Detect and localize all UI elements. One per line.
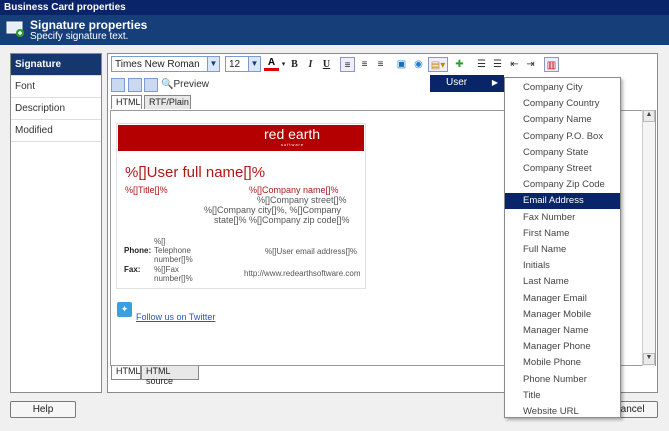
fax-value-1: %[]Fax — [154, 265, 179, 274]
tab-html[interactable]: HTML — [111, 95, 142, 109]
font-size-select[interactable]: 12 ▼ — [225, 56, 261, 72]
magnifier-icon: 🔍 — [161, 79, 174, 90]
numbered-list-icon[interactable]: ☰ — [474, 57, 489, 72]
phone-label: Phone: — [124, 246, 152, 255]
indent-icon[interactable]: ⇥ — [523, 57, 538, 72]
submenu-item[interactable]: Mobile Phone — [505, 355, 620, 371]
phone-value-2: Telephone — [154, 246, 191, 255]
align-right-icon[interactable]: ≡ — [373, 57, 388, 72]
company-street: %[]Company street[]% — [257, 195, 347, 205]
tab-html-source[interactable]: HTML source — [141, 366, 199, 386]
submenu-item[interactable]: Last Name — [505, 274, 620, 290]
sidebar: Signature Font Description Modified — [10, 53, 102, 393]
window-titlebar: Business Card properties — [0, 0, 669, 15]
company-state-line: state[]% %[]Company zip code[]% — [214, 215, 350, 225]
submenu-item[interactable]: Manager Phone — [505, 339, 620, 355]
italic-button[interactable]: I — [303, 57, 318, 72]
copy-icon[interactable] — [111, 78, 125, 92]
phone-value-3: number[]% — [154, 255, 193, 264]
underline-button[interactable]: U — [319, 57, 334, 72]
insert-field-menu-item-user[interactable]: User ▶ — [430, 75, 504, 92]
sidebar-item-signature[interactable]: Signature — [11, 54, 101, 76]
user-field-submenu: Company City Company Country Company Name C… — [504, 77, 621, 418]
company-city-line: %[]Company city[]%, %[]Company — [204, 205, 342, 215]
header-title: Signature properties — [30, 18, 148, 32]
help-button[interactable]: Help — [10, 401, 76, 418]
clear-format-icon[interactable]: ▥ — [544, 57, 559, 72]
sidebar-item-description[interactable]: Description — [11, 98, 101, 120]
user-full-name: %[]User full name[]% — [125, 164, 266, 181]
chevron-down-icon: ▼ — [248, 57, 260, 71]
submenu-item[interactable]: Company Name — [505, 112, 620, 128]
submenu-item[interactable]: Manager Email — [505, 291, 620, 307]
submenu-item[interactable]: Initials — [505, 258, 620, 274]
company-logo-sub: software — [281, 142, 305, 147]
align-center-icon[interactable]: ≡ — [357, 57, 372, 72]
twitter-icon[interactable]: ✦ — [117, 302, 132, 317]
user-email: %[]User email address[]% — [265, 247, 358, 256]
submenu-item[interactable]: Company City — [505, 80, 620, 96]
submenu-item[interactable]: Company Zip Code — [505, 177, 620, 193]
insert-picture-icon[interactable]: ✚ — [452, 57, 467, 72]
submenu-item[interactable]: Manager Mobile — [505, 307, 620, 323]
submenu-item[interactable]: Website URL — [505, 404, 620, 420]
font-size-value: 12 — [229, 59, 241, 70]
submenu-item[interactable]: First Name — [505, 226, 620, 242]
insert-field-icon[interactable]: ▤▾ — [428, 57, 448, 72]
scroll-down-icon[interactable]: ▼ — [643, 353, 655, 365]
editor-scrollbar[interactable]: ▲ ▼ — [642, 110, 655, 366]
sidebar-item-modified[interactable]: Modified — [11, 120, 101, 142]
twitter-link[interactable]: Follow us on Twitter — [136, 312, 215, 322]
header-subtitle: Specify signature text. — [30, 31, 129, 42]
bold-button[interactable]: B — [287, 57, 302, 72]
preview-label: Preview — [173, 79, 210, 90]
window-title: Business Card properties — [4, 2, 126, 13]
submenu-item[interactable]: Company P.O. Box — [505, 129, 620, 145]
website-url: http://www.redearthsoftware.com — [244, 269, 361, 278]
tab-html-view[interactable]: HTML — [111, 366, 141, 380]
sidebar-item-font[interactable]: Font — [11, 76, 101, 98]
image-icon[interactable]: ▣ — [394, 57, 409, 72]
submenu-item[interactable]: Company Country — [505, 96, 620, 112]
outdent-icon[interactable]: ⇤ — [507, 57, 522, 72]
company-name: %[]Company name[]% — [249, 185, 339, 195]
hyperlink-icon[interactable]: ◉ — [411, 57, 426, 72]
chevron-down-icon: ▼ — [207, 57, 219, 71]
fax-label: Fax: — [124, 265, 141, 274]
phone-value-1: %[] — [154, 237, 166, 246]
submenu-item[interactable]: Fax Number — [505, 210, 620, 226]
submenu-item[interactable]: Company Street — [505, 161, 620, 177]
submenu-item[interactable]: Title — [505, 388, 620, 404]
format-toolbar: Times New Roman ▼ 12 ▼ A ▾ B I U ≡ ≡ ≡ ▣… — [111, 56, 561, 73]
business-card: red earth software %[]User full name[]% … — [116, 123, 366, 289]
font-family-select[interactable]: Times New Roman ▼ — [111, 56, 220, 72]
cut-icon[interactable] — [128, 78, 142, 92]
submenu-item[interactable]: Manager Name — [505, 323, 620, 339]
font-family-value: Times New Roman — [115, 59, 200, 70]
submenu-item[interactable]: Phone Number — [505, 372, 620, 388]
submenu-item[interactable]: Full Name — [505, 242, 620, 258]
submenu-item[interactable]: Email Address — [505, 193, 620, 210]
bullet-list-icon[interactable]: ☰ — [490, 57, 505, 72]
card-banner: red earth software — [118, 125, 364, 151]
preview-button[interactable]: 🔍Preview — [161, 79, 209, 90]
dialog-header: Signature properties Specify signature t… — [0, 15, 669, 45]
menu-item-label: User — [446, 77, 468, 88]
user-title: %[]Title[]% — [125, 185, 168, 195]
chevron-right-icon: ▶ — [491, 78, 498, 87]
align-left-icon[interactable]: ≡ — [340, 57, 355, 72]
signature-icon — [6, 21, 24, 37]
company-logo: red earth — [264, 126, 321, 142]
tab-rtf-plain[interactable]: RTF/Plain — [144, 95, 191, 109]
paste-icon[interactable] — [144, 78, 158, 92]
scroll-up-icon[interactable]: ▲ — [643, 110, 655, 122]
fax-value-2: number[]% — [154, 274, 193, 283]
submenu-item[interactable]: Company State — [505, 145, 620, 161]
